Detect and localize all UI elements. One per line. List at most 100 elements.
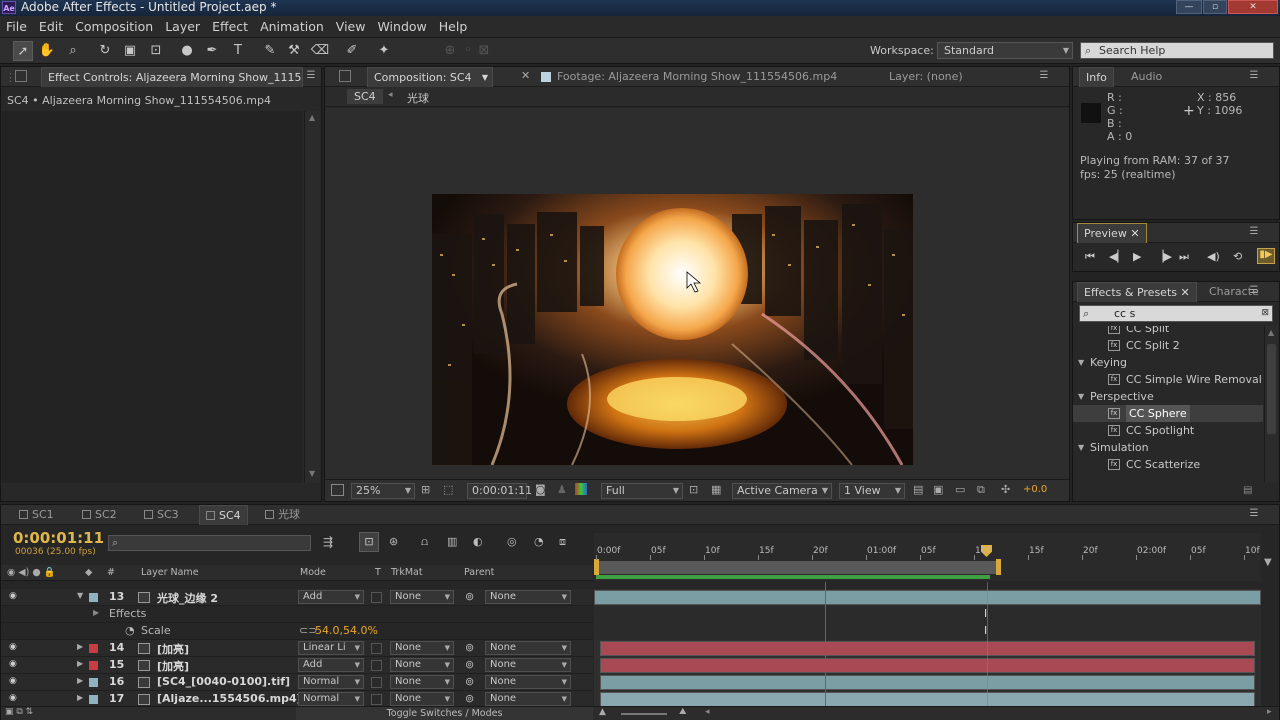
motion-blur-icon[interactable]: ▥ bbox=[447, 535, 457, 548]
panel-menu-icon[interactable]: ☰ bbox=[1247, 508, 1261, 520]
brainstorm-icon[interactable]: ◐ bbox=[473, 535, 483, 548]
next-frame-icon[interactable]: ▕▶ bbox=[1155, 250, 1172, 263]
panel-menu-icon[interactable]: ☰ bbox=[1247, 285, 1261, 297]
first-frame-icon[interactable]: ⏮ bbox=[1085, 250, 1095, 264]
blend-mode-select[interactable]: Linear Li ▼ bbox=[298, 641, 364, 655]
tab-audio[interactable]: Audio bbox=[1125, 67, 1168, 87]
trkmat-select[interactable]: None ▼ bbox=[390, 590, 454, 604]
tab-effects-presets[interactable]: Effects & Presets ✕ bbox=[1077, 282, 1197, 302]
parent-select[interactable]: None ▼ bbox=[485, 590, 571, 604]
current-time-display[interactable]: 0:00:01:11 bbox=[467, 483, 532, 499]
brush-tool-icon[interactable]: ✎ bbox=[260, 41, 280, 61]
work-area-end-handle[interactable] bbox=[996, 559, 1001, 575]
layer-name[interactable]: [加亮] bbox=[157, 658, 189, 674]
play-icon[interactable]: ▶ bbox=[1133, 250, 1141, 263]
snapshot-camera-icon[interactable]: ◙ bbox=[535, 483, 546, 496]
panel-menu-icon[interactable]: ☰ bbox=[1037, 70, 1051, 82]
layer-duration-bar[interactable] bbox=[600, 675, 1255, 690]
effect-item[interactable]: fx CC Sphere bbox=[1073, 405, 1263, 422]
parent-pickwhip-icon[interactable]: ⊚ bbox=[465, 590, 474, 603]
expand-triangle-icon[interactable]: ▶ bbox=[77, 642, 83, 651]
parent-select[interactable]: None ▼ bbox=[485, 675, 571, 689]
tab-comp-0[interactable]: SC1 bbox=[13, 505, 60, 525]
effects-category[interactable]: ▼ Perspective bbox=[1073, 388, 1263, 405]
preserve-transparency-checkbox[interactable] bbox=[371, 660, 382, 671]
blend-mode-select[interactable]: Add ▼ bbox=[298, 590, 364, 604]
tab-composition[interactable]: Composition: SC4 ▼ bbox=[367, 67, 493, 87]
menu-file[interactable]: File bbox=[0, 16, 33, 37]
layer-duration-bar[interactable] bbox=[600, 658, 1255, 673]
footer-switches-icons[interactable]: ▣ ⧉ ⇅ bbox=[5, 707, 33, 717]
clone-stamp-tool-icon[interactable]: ⚒ bbox=[284, 41, 304, 61]
trkmat-select[interactable]: None ▼ bbox=[390, 641, 454, 655]
maximize-button[interactable]: ▫ bbox=[1203, 0, 1227, 14]
expand-triangle-icon[interactable]: ▼ bbox=[1078, 439, 1084, 456]
zoom-tool-icon[interactable]: ⌕ bbox=[63, 41, 83, 61]
tab-effect-controls[interactable]: Effect Controls: Aljazeera Morning Show_… bbox=[41, 67, 303, 87]
layer-row[interactable]: ◉ ▶ 14 [加亮] Linear Li ▼ None ▼ ⊚ None ▼ bbox=[1, 640, 593, 657]
timeline-search-input[interactable]: ⌕ bbox=[108, 535, 311, 551]
effects-category[interactable]: ▼ Simulation bbox=[1073, 439, 1263, 456]
fast-previews-icon[interactable]: ▣ bbox=[933, 483, 943, 496]
menu-layer[interactable]: Layer bbox=[159, 16, 206, 37]
pan-behind-tool-icon[interactable]: ⊡ bbox=[146, 41, 166, 61]
parent-select[interactable]: None ▼ bbox=[485, 658, 571, 672]
hand-tool-icon[interactable]: ✋ bbox=[37, 41, 57, 61]
parent-select[interactable]: None ▼ bbox=[485, 641, 571, 655]
timeline-current-time[interactable]: 0:00:01:11 bbox=[13, 529, 104, 547]
trkmat-select[interactable]: None ▼ bbox=[390, 658, 454, 672]
expand-triangle-icon[interactable]: ▶ bbox=[93, 608, 99, 617]
viewer-canvas[interactable] bbox=[325, 108, 1069, 479]
hide-shy-layers-icon[interactable]: ⊛ bbox=[389, 535, 398, 548]
tab-info[interactable]: Info bbox=[1079, 67, 1114, 87]
preserve-transparency-checkbox[interactable] bbox=[371, 694, 382, 705]
close-icon[interactable]: ✕ bbox=[1181, 286, 1190, 299]
loop-icon[interactable]: ⟲ bbox=[1233, 250, 1242, 263]
zoom-in-icon[interactable]: ⛰ bbox=[679, 707, 687, 717]
expand-triangle-icon[interactable]: ▼ bbox=[1078, 388, 1084, 405]
camera-select[interactable]: Active Camera ▼ bbox=[732, 483, 832, 499]
timeline-icon[interactable]: ▭ bbox=[955, 483, 965, 496]
col-layer-name[interactable]: Layer Name bbox=[141, 567, 199, 578]
effects-group-row[interactable]: ▶ Effects bbox=[1, 606, 593, 623]
label-color-swatch[interactable] bbox=[89, 644, 98, 653]
zoom-select[interactable]: 25% ▼ bbox=[351, 483, 415, 499]
workspace-select[interactable]: Standard ▼ bbox=[937, 42, 1073, 59]
vertical-scrollbar[interactable]: ▲ ▼ bbox=[304, 111, 320, 483]
blend-mode-select[interactable]: Normal ▼ bbox=[298, 692, 364, 706]
tab-comp-2[interactable]: SC3 bbox=[138, 505, 185, 525]
visibility-eye-icon[interactable]: ◉ bbox=[9, 642, 17, 652]
new-folder-icon[interactable]: ▤ bbox=[1243, 485, 1252, 496]
effect-item[interactable]: fx CC Split 2 bbox=[1073, 337, 1263, 354]
search-help-input[interactable]: ⌕ Search Help bbox=[1080, 42, 1274, 59]
panel-menu-icon[interactable]: ☰ bbox=[1247, 70, 1261, 82]
menu-composition[interactable]: Composition bbox=[69, 16, 159, 37]
time-ruler[interactable]: 0:00f 05f 10f 15f 20f 01:00f 05f 10f 15f 20f 02:00… bbox=[594, 533, 1261, 581]
puppet-pin-tool-icon[interactable]: ✦ bbox=[374, 41, 394, 61]
layer-row[interactable]: ◉ ▶ 16 [SC4_[0040-0100].tif] Normal ▼ None ▼ ⊚ No… bbox=[1, 674, 593, 691]
ellipse-tool-icon[interactable]: ● bbox=[177, 41, 197, 61]
layer-row[interactable]: ◉ ▼ 13 光球_边缘 2 Add ▼ None ▼ ⊚ None ▼ bbox=[1, 589, 593, 606]
view-layout-select[interactable]: 1 View ▼ bbox=[839, 483, 905, 499]
preserve-transparency-checkbox[interactable] bbox=[371, 643, 382, 654]
resolution-select[interactable]: Full ▼ bbox=[601, 483, 683, 499]
scroll-right-icon[interactable]: ▸ bbox=[1267, 707, 1272, 717]
preserve-transparency-checkbox[interactable] bbox=[371, 677, 382, 688]
expand-triangle-icon[interactable]: ▶ bbox=[77, 659, 83, 668]
fit-icon[interactable]: ⊞ bbox=[421, 483, 430, 496]
frame-blending-icon[interactable]: ⩍ bbox=[421, 535, 428, 549]
parent-pickwhip-icon[interactable]: ⊚ bbox=[465, 658, 474, 671]
last-frame-icon[interactable]: ⏭ bbox=[1179, 250, 1189, 264]
exposure-value[interactable]: +0.0 bbox=[1023, 484, 1047, 495]
axis-local-icon[interactable]: ⊕ bbox=[440, 41, 460, 61]
visibility-eye-icon[interactable]: ◉ bbox=[9, 693, 17, 703]
parent-select[interactable]: None ▼ bbox=[485, 692, 571, 706]
reset-exposure-icon[interactable]: ✣ bbox=[1001, 483, 1010, 496]
scroll-up-icon[interactable]: ▲ bbox=[1268, 328, 1274, 337]
previous-frame-icon[interactable]: ◀▏ bbox=[1109, 250, 1126, 263]
toggle-pixel-aspect-icon[interactable]: ▤ bbox=[913, 483, 923, 496]
pen-tool-icon[interactable]: ✒ bbox=[202, 41, 222, 61]
breadcrumb-sc4[interactable]: SC4 bbox=[347, 89, 383, 104]
layer-duration-bar[interactable] bbox=[600, 641, 1255, 656]
stopwatch-icon[interactable]: ◔ bbox=[534, 535, 544, 548]
